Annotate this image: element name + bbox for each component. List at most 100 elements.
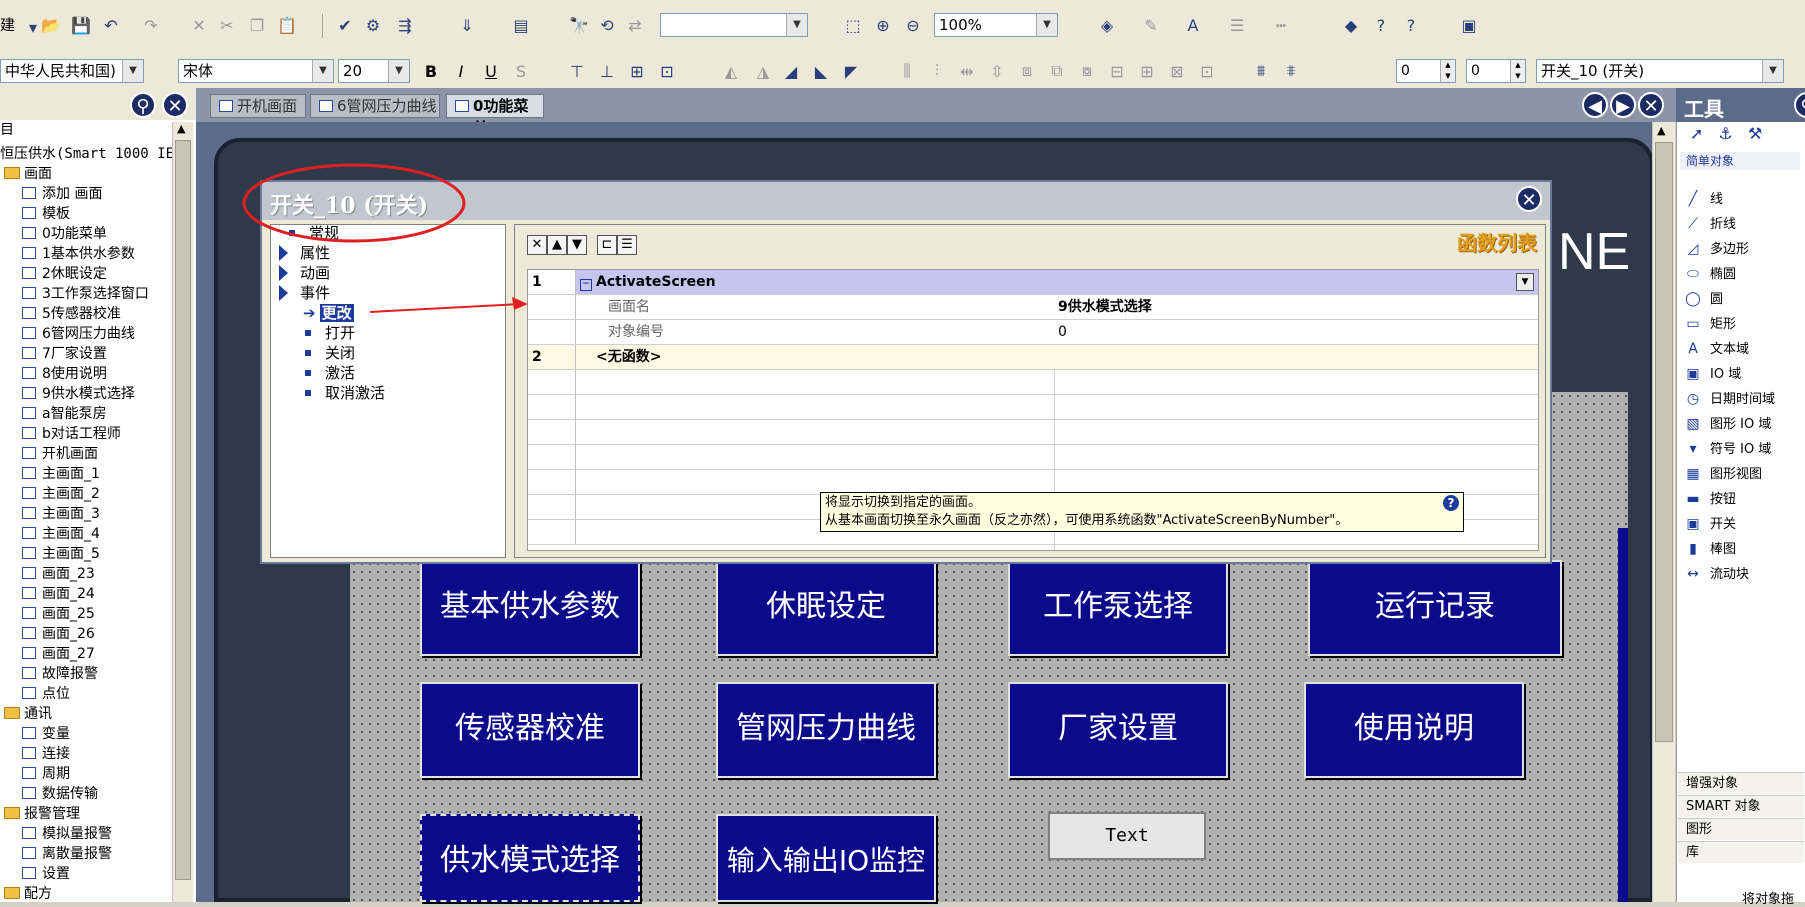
tree-item[interactable]: 主画面_3 [22,504,100,524]
tree-item[interactable]: 0功能菜单 [22,224,107,244]
font-color-icon[interactable]: A [1182,14,1204,36]
param-row-screen-name[interactable]: 画面名 9供水模式选择 [528,295,1538,320]
indent-icon[interactable]: ⊏ [597,235,617,255]
compile-icon[interactable]: ⚙ [362,14,384,36]
tree-item[interactable]: 画面_26 [22,624,95,644]
move-down-icon[interactable]: ▼ [567,235,587,255]
font-size-select[interactable]: 20 ▼ [338,59,410,83]
tree-item[interactable]: 主画面_5 [22,544,100,564]
line-style-icon[interactable]: ☰ [1226,14,1248,36]
tree-item[interactable]: 9供水模式选择 [22,384,135,404]
tree-item[interactable]: 画面_27 [22,644,95,664]
tool-item[interactable]: ▧ 图形 IO 域 [1684,413,1771,435]
value-spinner[interactable]: 0 ▲ ▼ [1466,59,1526,83]
nav-general[interactable]: 常规 [289,223,339,243]
rotate-left-icon[interactable]: ◢ [780,60,802,82]
tool-item[interactable]: ▣ IO 域 [1684,363,1741,385]
tab-prev-icon[interactable]: ◀ [1582,92,1608,118]
workspace-scroll-thumb[interactable] [1655,142,1673,742]
hmi-button-sensor-calib[interactable]: 传感器校准 [420,682,640,778]
function-name[interactable]: − ActivateScreen [580,270,716,294]
scroll-up-icon[interactable]: ▲ [1657,124,1665,137]
italic-icon[interactable]: I [450,60,472,82]
tool-item[interactable]: ◷ 日期时间域 [1684,388,1775,410]
open-folder-icon[interactable]: 📂 [40,14,62,36]
tool-item[interactable]: ▭ 矩形 [1684,313,1736,335]
function-dropdown-icon[interactable]: ▼ [1516,273,1534,291]
pointer-icon[interactable]: ➚ [1690,124,1703,143]
redo-icon[interactable]: ↷ [140,14,162,36]
tree-item[interactable]: 5传感器校准 [22,304,121,324]
tree-item[interactable]: 连接 [22,744,70,764]
move-up-icon[interactable]: ▲ [547,235,567,255]
tools-category[interactable]: 库 [1678,841,1804,863]
object-select[interactable]: 开关_10 (开关) ▼ [1536,59,1784,83]
hmi-button-sleep-setting[interactable]: 休眠设定 [716,560,936,656]
tree-item[interactable]: 通讯 [4,704,52,724]
center-h-icon[interactable]: ⊟ [1106,60,1128,82]
tree-item[interactable]: 7厂家设置 [22,344,107,364]
hmi-button-factory-setting[interactable]: 厂家设置 [1008,682,1228,778]
tool-item[interactable]: A 文本域 [1684,338,1749,360]
tree-item[interactable]: 8使用说明 [22,364,107,384]
same-height-icon[interactable]: ⇳ [986,60,1008,82]
align-middle-icon[interactable]: ⊥ [596,60,618,82]
function-select[interactable] [576,270,1538,294]
hmi-button-pump-select[interactable]: 工作泵选择 [1008,560,1228,656]
window-icon[interactable]: ▣ [1458,14,1480,36]
tool-item[interactable]: ◯ 圆 [1684,288,1723,310]
tree-item[interactable]: 画面 [4,164,52,184]
tool-item[interactable]: ╱ 线 [1684,188,1723,210]
align-bottom-icon[interactable]: ⊞ [626,60,648,82]
layer-spinner[interactable]: 0 ▲ ▼ [1396,59,1456,83]
tools-category[interactable]: 图形 [1678,818,1804,840]
tool-item[interactable]: ↔ 流动块 [1684,563,1749,585]
tree-scroll-thumb[interactable] [175,140,191,880]
tool-item[interactable]: ◿ 多边形 [1684,238,1749,260]
flip-icon[interactable]: ◭ [720,60,742,82]
align-group-icon[interactable]: ⊡ [656,60,678,82]
find-icon[interactable]: 🔭 [568,14,590,36]
tools-icon[interactable]: ⚒ [1748,124,1762,143]
tree-item[interactable]: 故障报警 [22,664,98,684]
search-combo[interactable]: ▼ [660,13,808,37]
tools-pin-icon[interactable]: ⚲ [1794,92,1805,118]
hmi-text-field[interactable]: Text [1048,812,1206,860]
tab-function-menu[interactable]: 0功能菜单 [446,94,544,137]
workspace-scrollbar[interactable]: ▲ [1652,122,1675,902]
tree-item[interactable]: 添加 画面 [22,184,102,204]
zoom-area-icon[interactable]: ⬚ [842,14,864,36]
nav-event-on[interactable]: 打开 [305,323,355,343]
project-icon[interactable]: ▤ [510,14,532,36]
zoom-out-icon[interactable]: ⊖ [902,14,924,36]
tree-item[interactable]: 1基本供水参数 [22,244,135,264]
tool-item[interactable]: ▬ 按钮 [1684,488,1736,510]
tree-item[interactable]: 主画面_4 [22,524,100,544]
function-name[interactable]: <无函数> [596,345,661,369]
copy-icon[interactable]: ❐ [246,14,268,36]
tool-item[interactable]: ▦ 图形视图 [1684,463,1762,485]
nav-events[interactable]: 事件 [279,283,330,303]
language-select[interactable]: 中华人民共和国) ▼ [0,59,144,83]
new-button[interactable]: 建 [0,14,15,35]
tool-item[interactable]: ▮ 棒图 [1684,538,1736,560]
strike-icon[interactable]: S [510,60,532,82]
line-color-icon[interactable]: ✎ [1140,14,1162,36]
anchor-icon[interactable]: ⚓ [1719,124,1733,143]
center-v-icon[interactable]: ⊞ [1136,60,1158,82]
tree-item[interactable]: 主画面_1 [22,464,100,484]
tree-item[interactable]: 2休眠设定 [22,264,107,284]
tree-item[interactable]: 数据传输 [22,784,98,804]
tree-item[interactable]: b对话工程师 [22,424,121,444]
bold-icon[interactable]: B [420,60,442,82]
save-icon[interactable]: 💾 [70,14,92,36]
nav-event-deactivate[interactable]: 取消激活 [305,383,385,403]
tree-item[interactable]: a智能泵房 [22,404,107,424]
tree-item[interactable]: 开机画面 [22,444,98,464]
tree-item[interactable]: 模板 [22,204,70,224]
tree-item[interactable]: 画面_23 [22,564,95,584]
help-icon[interactable]: ? [1443,495,1459,511]
nav-event-change[interactable]: ➔ 更改 [303,303,354,323]
tree-item[interactable]: 变量 [22,724,70,744]
zoom-in-icon[interactable]: ⊕ [872,14,894,36]
